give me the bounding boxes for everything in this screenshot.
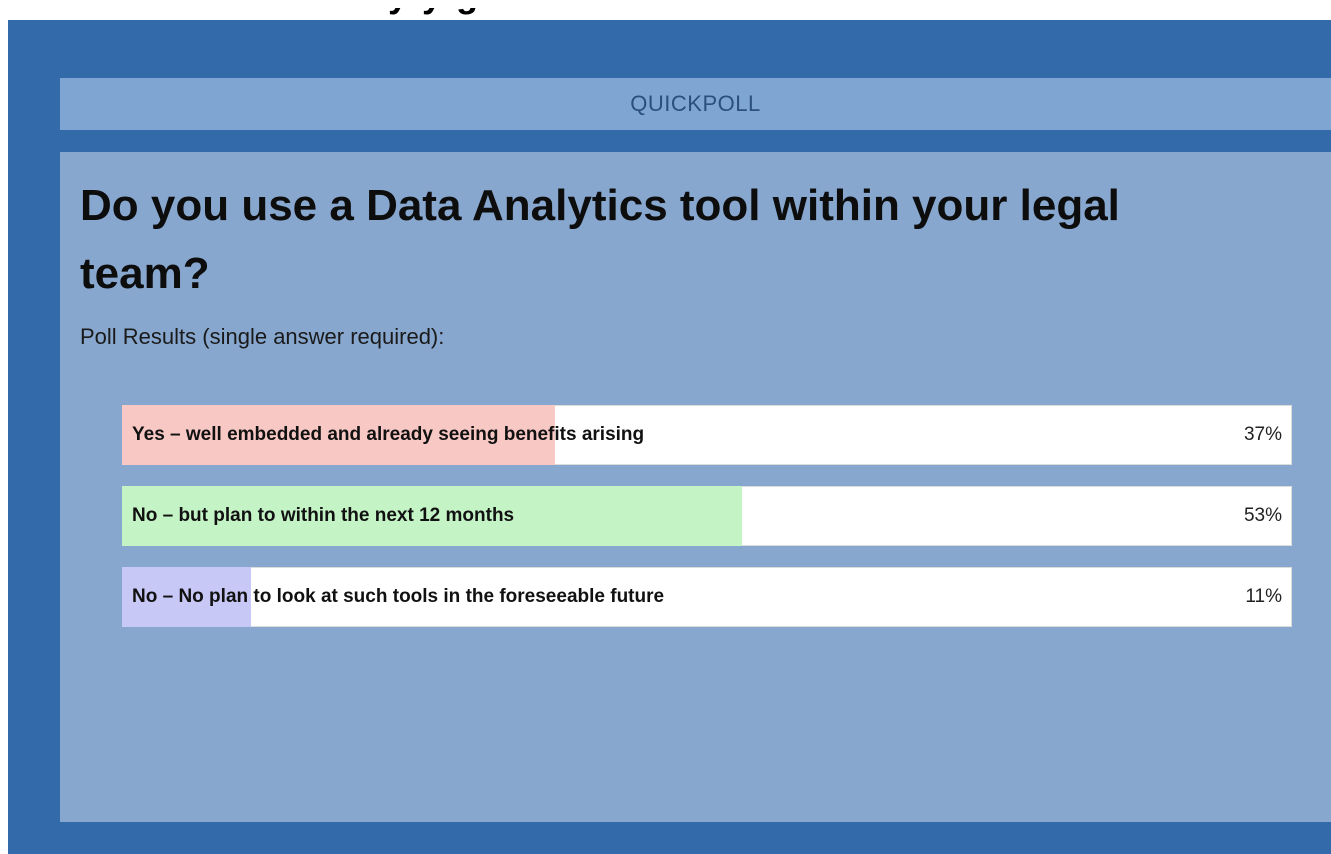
poll-option-percent: 53%	[1243, 505, 1282, 526]
poll-panel: Do you use a Data Analytics tool within …	[60, 152, 1331, 822]
poll-option-percent: 11%	[1245, 586, 1282, 607]
cropped-heading: y y g	[388, 8, 480, 16]
poll-question: Do you use a Data Analytics tool within …	[80, 181, 1120, 298]
top-strip: y y g	[8, 8, 1331, 20]
poll-options: Yes – well embedded and already seeing b…	[122, 405, 1292, 648]
poll-option-percent: 37%	[1243, 424, 1282, 445]
poll-option-label: No – but plan to within the next 12 mont…	[132, 505, 515, 526]
poll-option-yes-embedded[interactable]: Yes – well embedded and already seeing b…	[122, 405, 1292, 465]
screen-frame: y y g QUICKPOLL Do you use a Data Analyt…	[8, 8, 1331, 854]
poll-option-no-plan-12-months[interactable]: No – but plan to within the next 12 mont…	[122, 486, 1292, 546]
poll-option-no-plan[interactable]: No – No plan to look at such tools in th…	[122, 567, 1292, 627]
quickpoll-header: QUICKPOLL	[60, 78, 1331, 130]
quickpoll-title: QUICKPOLL	[630, 91, 761, 116]
poll-option-label: No – No plan to look at such tools in th…	[132, 586, 665, 607]
poll-subtitle: Poll Results (single answer required):	[80, 324, 445, 349]
poll-option-label: Yes – well embedded and already seeing b…	[132, 424, 645, 445]
